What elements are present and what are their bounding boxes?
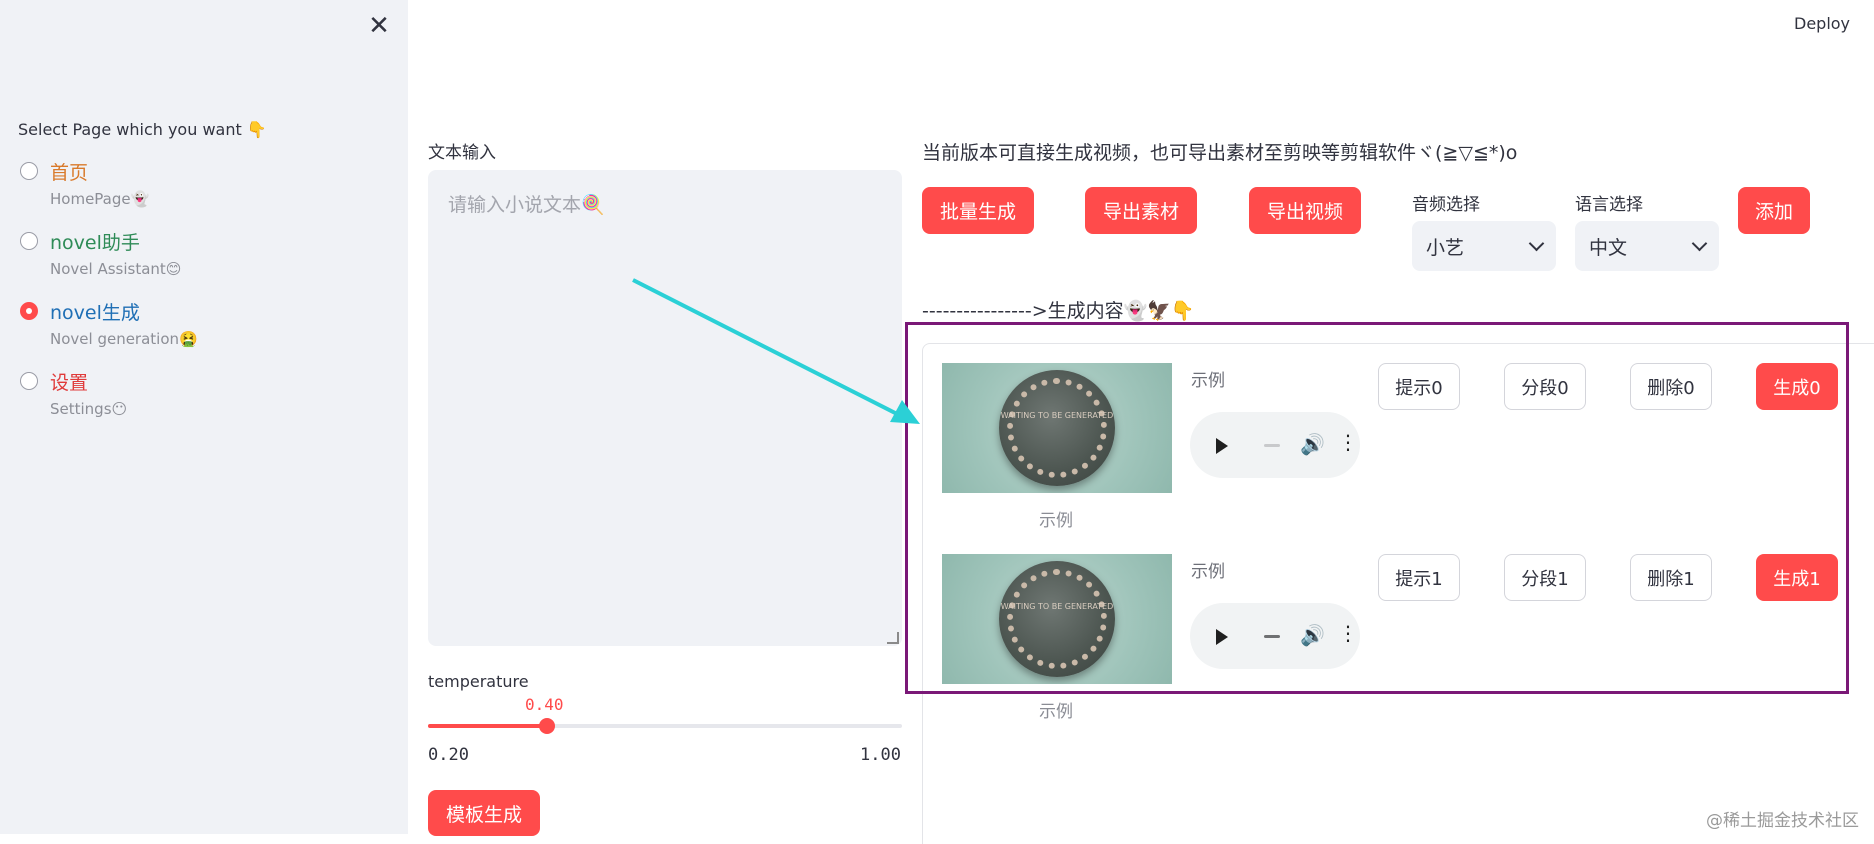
text-input-label: 文本输入 xyxy=(428,143,496,163)
chevron-down-icon xyxy=(1528,235,1545,252)
sidebar-item-subtitle: Settings😶 xyxy=(50,400,128,418)
watermark: @稀土掘金技术社区 xyxy=(1706,811,1859,831)
chevron-down-icon xyxy=(1691,235,1708,252)
slider-fill xyxy=(428,724,547,728)
slider-min: 0.20 xyxy=(428,745,469,765)
export-material-button[interactable]: 导出素材 xyxy=(1085,187,1197,234)
deploy-button[interactable]: Deploy xyxy=(1794,14,1850,33)
radio-button[interactable] xyxy=(20,232,38,250)
sidebar: ✕ Select Page which you want 👇 首页 HomePa… xyxy=(0,0,408,834)
sidebar-item-subtitle: HomePage👻 xyxy=(50,190,150,208)
sidebar-item-subtitle: Novel Assistant😊 xyxy=(50,260,182,278)
generated-content-header: ---------------->生成内容👻🦅👇 xyxy=(922,300,1195,322)
sidebar-item-title: 首页 xyxy=(50,162,89,184)
language-select-label: 语言选择 xyxy=(1575,195,1643,215)
page-select-label: Select Page which you want 👇 xyxy=(18,120,267,139)
resize-handle-icon[interactable] xyxy=(887,632,899,644)
radio-button[interactable] xyxy=(20,372,38,390)
export-video-button[interactable]: 导出视频 xyxy=(1249,187,1361,234)
slider-value: 0.40 xyxy=(525,695,564,714)
audio-select-label: 音频选择 xyxy=(1412,195,1480,215)
info-text: 当前版本可直接生成视频，也可导出素材至剪映等剪辑软件ヾ(≧▽≦*)o xyxy=(922,142,1518,164)
audio-select-value: 小艺 xyxy=(1426,236,1465,259)
sidebar-item-title: 设置 xyxy=(50,372,89,394)
language-select-value: 中文 xyxy=(1589,236,1628,259)
slider-max: 1.00 xyxy=(860,745,901,765)
sidebar-item-subtitle: Novel generation🤮 xyxy=(50,330,198,348)
novel-text-input[interactable] xyxy=(428,170,902,646)
temperature-label: temperature xyxy=(428,672,529,691)
language-select[interactable]: 中文 xyxy=(1575,221,1719,271)
annotation-highlight-box xyxy=(905,322,1849,694)
template-generate-button[interactable]: 模板生成 xyxy=(428,790,540,836)
slider-thumb[interactable] xyxy=(538,718,555,734)
radio-button[interactable] xyxy=(20,302,38,320)
radio-button[interactable] xyxy=(20,162,38,180)
sidebar-item-title: novel助手 xyxy=(50,232,140,254)
sidebar-item-title: novel生成 xyxy=(50,302,140,324)
add-button[interactable]: 添加 xyxy=(1738,187,1810,234)
audio-select[interactable]: 小艺 xyxy=(1412,221,1556,271)
batch-generate-button[interactable]: 批量生成 xyxy=(922,187,1034,234)
image-caption: 示例 xyxy=(1039,702,1073,722)
temperature-slider[interactable] xyxy=(428,718,902,734)
close-icon[interactable]: ✕ xyxy=(365,12,393,40)
